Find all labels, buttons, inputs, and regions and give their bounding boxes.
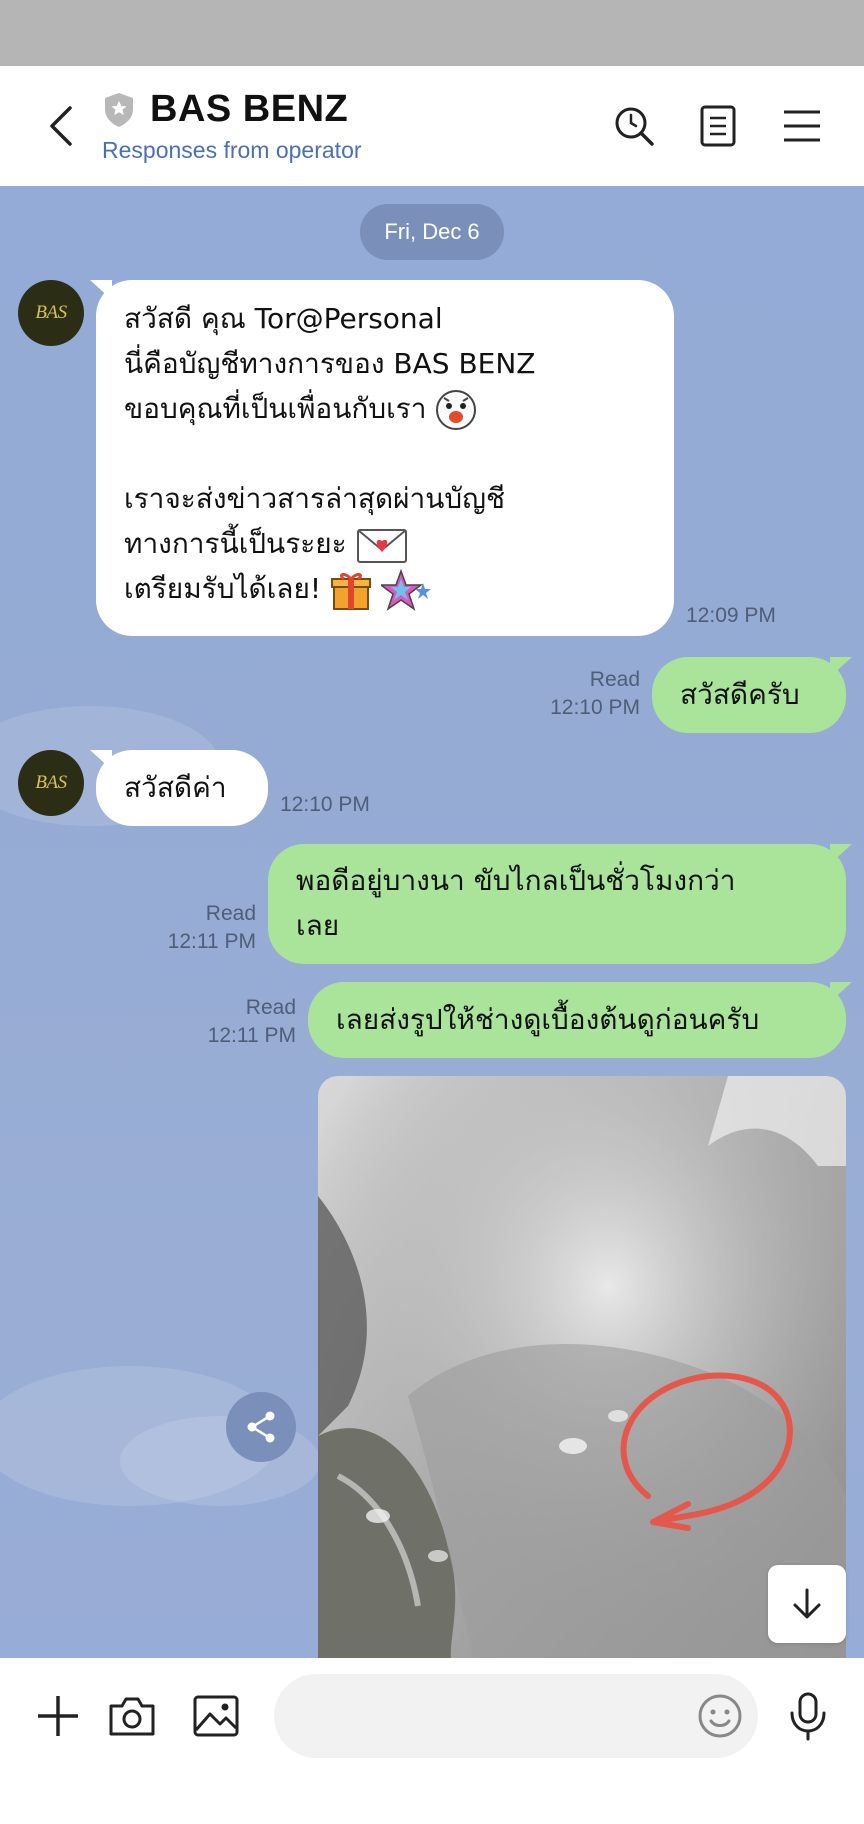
notes-button[interactable] xyxy=(690,98,746,154)
chat-header: BAS BENZ Responses from operator xyxy=(0,66,864,186)
message-line: เตรียมรับได้เลย! xyxy=(124,572,322,605)
avatar[interactable]: BAS xyxy=(18,750,84,816)
avatar[interactable]: BAS xyxy=(18,280,84,346)
message-line xyxy=(124,431,646,476)
message-time: 12:10 PM xyxy=(280,793,370,816)
message-bubble-outgoing[interactable]: สวัสดีครับ xyxy=(652,657,852,733)
message-line: ขอบคุณที่เป็นเพื่อนกับเรา xyxy=(124,392,427,425)
sparkle-star-icon xyxy=(380,569,431,611)
photo-image xyxy=(318,1076,846,1658)
chat-subtitle: Responses from operator xyxy=(102,137,362,163)
message-bubble-incoming[interactable]: สวัสดีค่า xyxy=(90,750,268,826)
emoji-button[interactable] xyxy=(690,1686,750,1746)
message-bubble-outgoing[interactable]: พอดีอยู่บางนา ขับไกลเป็นชั่วโมงกว่า เลย xyxy=(268,844,852,964)
gallery-button[interactable] xyxy=(186,1686,246,1746)
share-button[interactable] xyxy=(226,1392,296,1462)
chat-title: BAS BENZ xyxy=(150,88,349,130)
status-bar xyxy=(0,0,864,66)
gift-icon xyxy=(331,572,371,610)
menu-icon xyxy=(784,110,820,142)
emoji-icon xyxy=(698,1694,742,1738)
search-icon xyxy=(615,107,654,146)
back-arrow-icon xyxy=(50,106,72,146)
love-letter-icon xyxy=(356,529,407,563)
date-separator: Fri, Dec 6 xyxy=(360,204,504,260)
chat-title-block[interactable]: BAS BENZ Responses from operator xyxy=(102,88,362,164)
message-read-status: Read xyxy=(245,996,296,1019)
camera-icon xyxy=(109,1697,155,1736)
message-line: เราจะส่งข่าวสารล่าสุดผ่านบัญชี xyxy=(124,482,506,515)
back-button[interactable] xyxy=(36,100,86,152)
scroll-to-bottom-button[interactable] xyxy=(768,1565,846,1643)
message-composer xyxy=(0,1658,864,1824)
message-time: 12:10 PM xyxy=(550,696,640,719)
message-time: 12:09 PM xyxy=(686,604,776,627)
voice-button[interactable] xyxy=(778,1686,838,1746)
search-button[interactable] xyxy=(606,98,662,154)
message-line: ทางการนี้เป็นระยะ xyxy=(124,527,347,560)
message-read-status: Read xyxy=(589,668,640,691)
message-time: 12:11 PM xyxy=(167,930,256,953)
message-bubble-incoming[interactable]: สวัสดี คุณ Tor@Personal นี่คือบัญชีทางกา… xyxy=(90,280,674,636)
shield-icon xyxy=(105,92,133,127)
message-bubble-outgoing[interactable]: เลยส่งรูปให้ช่างดูเบื้องต้นดูก่อนครับ xyxy=(308,982,852,1058)
microphone-icon xyxy=(790,1692,826,1741)
arrow-down-icon xyxy=(793,1588,821,1619)
share-icon xyxy=(247,1411,275,1443)
photo-message[interactable] xyxy=(318,1076,846,1658)
message-line: สวัสดี คุณ Tor@Personal xyxy=(124,302,443,335)
camera-button[interactable] xyxy=(102,1686,162,1746)
message-read-status: Read xyxy=(205,902,256,925)
notes-icon xyxy=(700,105,736,147)
laughing-face-emoji-icon xyxy=(436,390,477,430)
add-button[interactable] xyxy=(28,1686,88,1746)
menu-button[interactable] xyxy=(774,98,830,154)
message-line: นี่คือบัญชีทางการของ BAS BENZ xyxy=(124,347,536,380)
image-icon xyxy=(193,1695,239,1737)
chat-area[interactable]: Fri, Dec 6 BAS สวัสดี คุณ Tor@Personal น… xyxy=(0,186,864,1658)
message-time: 12:11 PM xyxy=(207,1024,296,1047)
plus-icon xyxy=(38,1696,78,1736)
message-input[interactable] xyxy=(274,1674,758,1758)
